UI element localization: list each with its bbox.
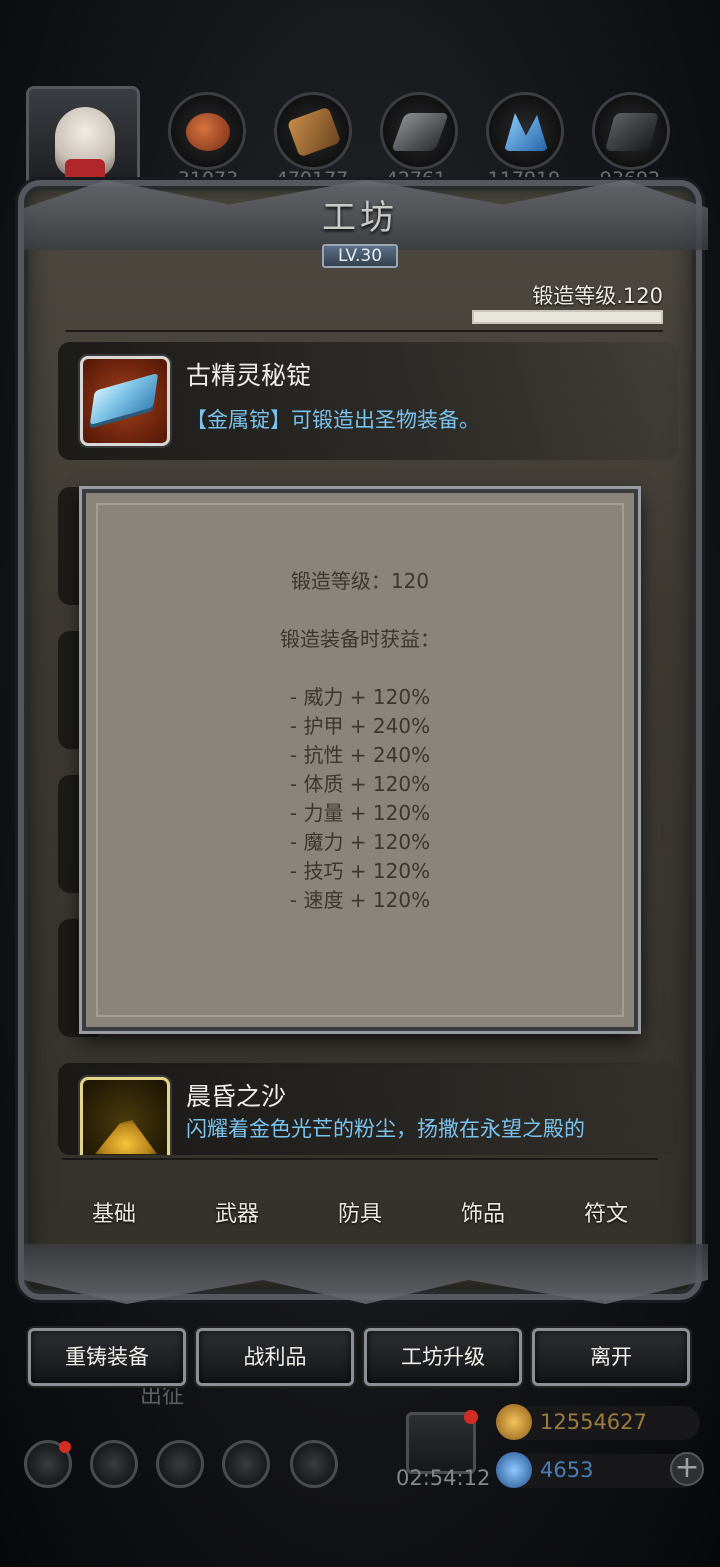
- tooltip-subheading: 锻造装备时获益：: [280, 627, 440, 651]
- dark-ore-icon: [604, 113, 660, 151]
- notification-dot: [59, 1441, 71, 1453]
- resource-meat[interactable]: [168, 92, 246, 170]
- tab-armor[interactable]: 防具: [310, 1196, 410, 1228]
- golden-sand-icon: [95, 1120, 157, 1154]
- resource-dark-ore[interactable]: [592, 92, 670, 170]
- tooltip-text: 锻造等级：120 锻造装备时获益： - 威力 + 120% - 护甲 + 240…: [86, 567, 634, 915]
- item-description: 闪耀着金色光芒的粉尘，扬撒在永望之殿的: [186, 1117, 585, 1141]
- tabs-divider: [62, 1158, 658, 1160]
- panel-title: 工坊: [322, 198, 398, 238]
- resource-crystal[interactable]: [486, 92, 564, 170]
- leave-button[interactable]: 离开: [532, 1328, 690, 1386]
- guild-icon[interactable]: [290, 1440, 338, 1488]
- item-description: 【金属锭】可锻造出圣物装备。: [186, 408, 480, 432]
- upgrade-workshop-button[interactable]: 工坊升级: [364, 1328, 522, 1386]
- gift-timer: 02:54:12: [396, 1466, 491, 1490]
- tab-basic[interactable]: 基础: [64, 1196, 164, 1228]
- list-item[interactable]: 古精灵秘锭 【金属锭】可锻造出圣物装备。: [58, 342, 678, 460]
- resource-wood[interactable]: [274, 92, 352, 170]
- tab-rune[interactable]: 符文: [556, 1196, 656, 1228]
- bag-icon[interactable]: [156, 1440, 204, 1488]
- tooltip-stat: - 魔力 + 120%: [289, 830, 431, 854]
- crystal-icon: [504, 113, 548, 151]
- gold-value: 12554627: [540, 1410, 647, 1434]
- list-item[interactable]: 晨昏之沙 闪耀着金色光芒的粉尘，扬撒在永望之殿的: [58, 1063, 678, 1155]
- header-divider: [66, 330, 663, 332]
- wood-plank-icon: [286, 106, 342, 158]
- item-name: 晨昏之沙: [186, 1082, 287, 1111]
- workshop-level-badge: LV.30: [322, 244, 398, 268]
- item-icon-frame: [80, 356, 170, 446]
- blue-ingot-icon: [89, 372, 159, 426]
- mail-icon[interactable]: [222, 1440, 270, 1488]
- gem-icon: [496, 1452, 532, 1488]
- tooltip-stat: - 护甲 + 240%: [289, 714, 431, 738]
- forge-level-progress-bar: [472, 310, 663, 324]
- resource-iron[interactable]: [380, 92, 458, 170]
- tooltip-stat: - 力量 + 120%: [289, 801, 431, 825]
- iron-ingot-icon: [391, 113, 449, 151]
- notification-dot: [464, 1410, 478, 1424]
- tooltip-stat: - 技巧 + 120%: [289, 859, 431, 883]
- ornate-frame-bottom: [24, 1244, 708, 1304]
- forge-level-tooltip: 锻造等级：120 锻造装备时获益： - 威力 + 120% - 护甲 + 240…: [82, 489, 638, 1031]
- tab-weapon[interactable]: 武器: [187, 1196, 287, 1228]
- tooltip-stat: - 速度 + 120%: [289, 888, 431, 912]
- tooltip-stat: - 威力 + 120%: [289, 685, 431, 709]
- tooltip-heading: 锻造等级：120: [290, 569, 430, 593]
- settings-gear-icon[interactable]: [24, 1440, 72, 1488]
- achievement-star-icon[interactable]: [90, 1440, 138, 1488]
- add-gems-button[interactable]: +: [670, 1452, 704, 1486]
- tooltip-stat: - 体质 + 120%: [289, 772, 431, 796]
- forge-level-progress-fill: [474, 312, 661, 322]
- gem-value: 4653: [540, 1458, 594, 1482]
- item-name: 古精灵秘锭: [186, 361, 312, 390]
- item-icon-frame: [80, 1077, 170, 1155]
- player-avatar[interactable]: [26, 86, 140, 190]
- tooltip-stat: - 抗性 + 240%: [289, 743, 431, 767]
- loot-button[interactable]: 战利品: [196, 1328, 354, 1386]
- tab-accessory[interactable]: 饰品: [433, 1196, 533, 1228]
- red-scarf: [65, 159, 105, 181]
- gift-box-icon[interactable]: [406, 1410, 478, 1474]
- gold-coin-icon: [496, 1404, 532, 1440]
- reforge-button[interactable]: 重铸装备: [28, 1328, 186, 1386]
- meat-icon: [186, 113, 230, 151]
- forge-level-label[interactable]: 锻造等级.120: [532, 280, 663, 310]
